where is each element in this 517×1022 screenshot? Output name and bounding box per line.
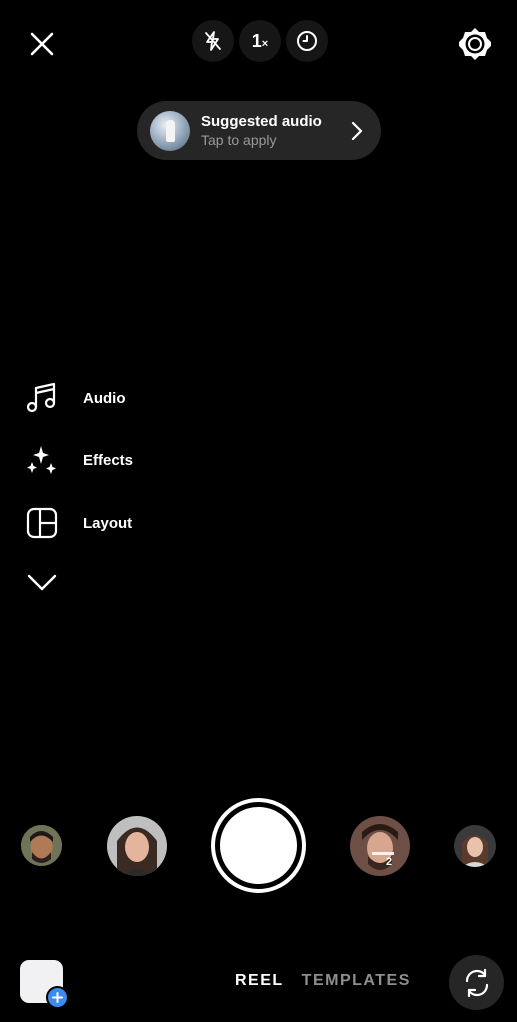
layout-grid-icon	[24, 505, 60, 541]
zoom-button[interactable]: 1×	[239, 20, 281, 62]
face-thumbnail	[350, 816, 410, 876]
suggested-audio-text: Suggested audio Tap to apply	[201, 113, 322, 149]
flash-off-icon	[205, 31, 221, 51]
camera-screen: 1× Suggested audio Tap to apply Audio Ef…	[0, 0, 517, 1022]
side-item-effects[interactable]: Effects	[24, 442, 133, 478]
close-button[interactable]	[24, 26, 60, 62]
camera-controls: 1×	[192, 20, 328, 62]
suggested-audio-title: Suggested audio	[201, 112, 322, 130]
side-item-audio[interactable]: Audio	[24, 380, 126, 416]
effect-thumbnail[interactable]	[107, 816, 167, 876]
effect-thumbnail[interactable]	[454, 825, 496, 867]
face-thumbnail	[21, 825, 62, 866]
side-item-label: Audio	[83, 389, 126, 407]
tab-templates[interactable]: TEMPLATES	[302, 972, 411, 990]
timer-button[interactable]	[286, 20, 328, 62]
zoom-level: 1×	[251, 30, 269, 51]
timer-icon	[297, 31, 317, 51]
music-note-icon	[24, 380, 60, 416]
flip-camera-button[interactable]	[449, 955, 504, 1010]
tab-reel[interactable]: REEL	[235, 972, 284, 990]
more-options-button[interactable]	[26, 568, 58, 596]
settings-button[interactable]	[455, 24, 495, 64]
close-icon	[30, 32, 54, 56]
plus-icon	[46, 986, 69, 1009]
sparkles-icon	[24, 442, 60, 478]
audio-thumbnail	[150, 110, 190, 151]
effect-thumbnail[interactable]: 2	[350, 816, 410, 876]
side-item-layout[interactable]: Layout	[24, 505, 132, 541]
side-item-label: Effects	[83, 451, 134, 469]
shutter-inner	[220, 807, 297, 884]
chevron-right-icon	[351, 121, 363, 141]
suggested-audio-pill[interactable]: Suggested audio Tap to apply	[137, 101, 381, 160]
gear-icon	[459, 28, 491, 60]
gallery-button[interactable]	[20, 960, 69, 1009]
mode-tabs: REEL TEMPLATES	[235, 972, 411, 990]
camera-flip-icon	[465, 968, 488, 997]
side-item-label: Layout	[83, 514, 133, 532]
shutter-button[interactable]	[211, 798, 306, 893]
effect-thumbnail[interactable]	[21, 825, 62, 866]
face-thumbnail	[454, 825, 496, 867]
effect-badge: 2	[386, 856, 393, 868]
chevron-down-icon	[27, 574, 57, 591]
suggested-audio-subtitle: Tap to apply	[201, 131, 277, 148]
face-thumbnail	[107, 816, 167, 876]
flash-button[interactable]	[192, 20, 234, 62]
